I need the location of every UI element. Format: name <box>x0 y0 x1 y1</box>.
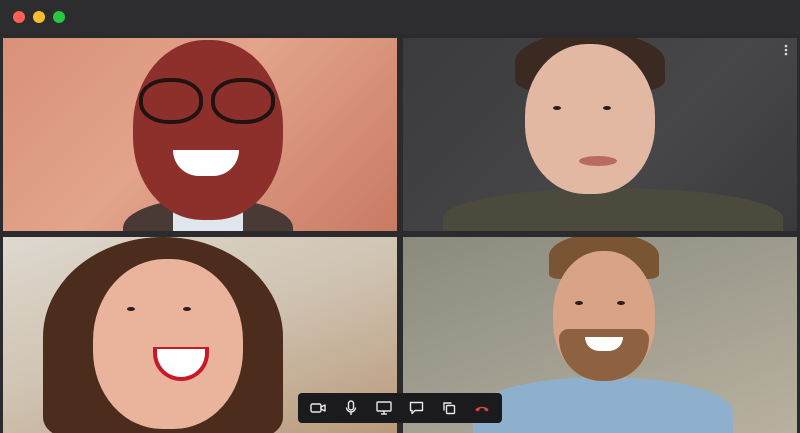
chat-button[interactable] <box>405 397 427 419</box>
more-vertical-icon[interactable] <box>781 44 791 58</box>
end-call-button[interactable] <box>471 397 493 419</box>
call-controls-toolbar <box>298 393 502 423</box>
copy-icon <box>443 402 456 415</box>
video-call-window <box>0 0 800 433</box>
title-bar <box>0 0 800 34</box>
participant-grid <box>0 35 800 433</box>
copy-link-button[interactable] <box>438 397 460 419</box>
camera-toggle-button[interactable] <box>307 397 329 419</box>
screen-share-button[interactable] <box>373 397 395 419</box>
close-window-button[interactable] <box>13 11 25 23</box>
maximize-window-button[interactable] <box>53 11 65 23</box>
minimize-window-button[interactable] <box>33 11 45 23</box>
chat-icon <box>409 401 423 415</box>
participant-tile-1[interactable] <box>3 38 397 231</box>
microphone-icon <box>345 400 357 415</box>
microphone-toggle-button[interactable] <box>340 397 362 419</box>
screen-share-icon <box>375 401 392 415</box>
end-call-icon <box>475 406 489 412</box>
video-camera-icon <box>310 403 327 413</box>
participant-tile-2[interactable] <box>403 38 797 231</box>
